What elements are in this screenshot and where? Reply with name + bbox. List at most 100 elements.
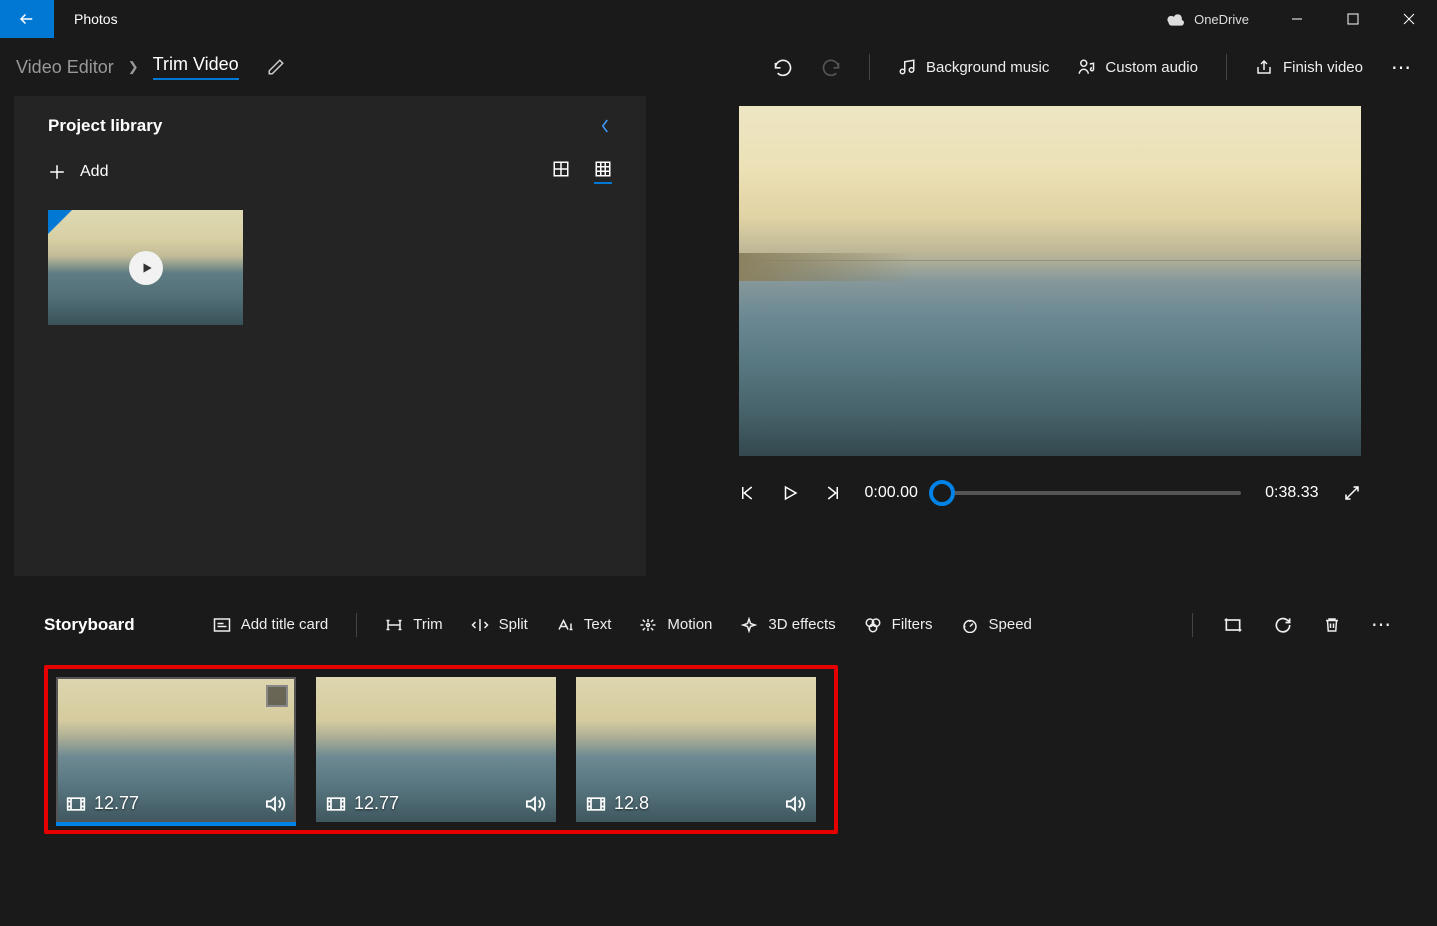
speed-button[interactable]: Speed <box>961 616 1032 633</box>
minimize-button[interactable] <box>1269 0 1325 38</box>
play-icon <box>140 261 154 275</box>
video-preview[interactable] <box>739 106 1361 456</box>
background-music-button[interactable]: Background music <box>898 58 1049 76</box>
split-button[interactable]: Split <box>471 616 528 633</box>
storyboard-more-button[interactable]: ⋯ <box>1371 612 1393 637</box>
back-button[interactable] <box>0 0 54 38</box>
storyboard-clips-highlighted: 12.77 12.77 12.8 <box>44 665 838 834</box>
storyboard-clip[interactable]: 12.8 <box>576 677 816 822</box>
close-button[interactable] <box>1381 0 1437 38</box>
split-icon <box>471 617 489 633</box>
project-library-panel: Project library Add <box>14 96 646 576</box>
seek-bar[interactable] <box>942 491 1241 495</box>
trash-icon <box>1323 616 1341 634</box>
maximize-button[interactable] <box>1325 0 1381 38</box>
trim-icon <box>385 617 403 633</box>
library-thumbnail[interactable] <box>48 210 243 325</box>
toolbar-actions: Background music Custom audio Finish vid… <box>773 54 1421 80</box>
custom-audio-label: Custom audio <box>1105 59 1198 76</box>
project-library-title: Project library <box>48 116 162 136</box>
text-button[interactable]: Text <box>556 616 612 633</box>
editor-toolbar: Video Editor ❯ Trim Video Background mus… <box>0 38 1437 96</box>
redo-button[interactable] <box>821 57 841 77</box>
motion-button[interactable]: Motion <box>639 616 712 633</box>
storyboard-toolbar: Storyboard Add title card Trim Split Tex… <box>44 612 1393 637</box>
pencil-icon <box>267 58 285 76</box>
custom-audio-button[interactable]: Custom audio <box>1077 58 1198 76</box>
clip-checkbox[interactable] <box>266 685 288 707</box>
speed-label: Speed <box>989 616 1032 633</box>
plus-icon <box>48 163 66 181</box>
storyboard-clip[interactable]: 12.77 <box>56 677 296 822</box>
next-frame-button[interactable] <box>823 484 841 502</box>
large-grid-view-button[interactable] <box>552 160 570 184</box>
sparkle-icon <box>740 617 758 633</box>
step-back-icon <box>739 484 757 502</box>
crop-icon <box>1223 616 1243 634</box>
music-icon <box>898 58 916 76</box>
filters-button[interactable]: Filters <box>864 616 933 633</box>
trim-button[interactable]: Trim <box>385 616 442 633</box>
clip-volume-button[interactable] <box>524 795 546 813</box>
divider <box>1226 54 1227 80</box>
more-button[interactable]: ⋯ <box>1391 55 1413 80</box>
divider <box>1192 613 1193 637</box>
close-icon <box>1403 13 1415 25</box>
resize-button[interactable] <box>1223 616 1243 634</box>
divider <box>869 54 870 80</box>
3d-effects-button[interactable]: 3D effects <box>740 616 835 633</box>
film-icon <box>66 796 86 812</box>
app-title: Photos <box>74 11 118 27</box>
finish-video-button[interactable]: Finish video <box>1255 58 1363 76</box>
clip-progress <box>56 822 296 826</box>
onedrive-status[interactable]: OneDrive <box>1166 12 1249 27</box>
seek-thumb[interactable] <box>929 480 955 506</box>
3d-effects-label: 3D effects <box>768 616 835 633</box>
rotate-icon <box>1273 616 1293 634</box>
split-label: Split <box>499 616 528 633</box>
fullscreen-button[interactable] <box>1343 484 1361 502</box>
play-overlay-button[interactable] <box>129 251 163 285</box>
collapse-library-button[interactable] <box>598 117 612 135</box>
arrow-left-icon <box>18 10 36 28</box>
motion-icon <box>639 617 657 633</box>
clip-duration: 12.8 <box>614 793 649 814</box>
grid-3x3-icon <box>594 160 612 178</box>
add-media-button[interactable]: Add <box>48 163 108 181</box>
undo-button[interactable] <box>773 57 793 77</box>
clip-volume-button[interactable] <box>784 795 806 813</box>
add-title-card-button[interactable]: Add title card <box>213 616 329 633</box>
video-corner-fold-icon <box>48 210 72 234</box>
breadcrumb-current[interactable]: Trim Video <box>153 54 239 80</box>
trim-label: Trim <box>413 616 442 633</box>
play-button[interactable] <box>781 484 799 502</box>
preview-panel: 0:00.00 0:38.33 <box>646 96 1437 576</box>
grid-2x2-icon <box>552 160 570 178</box>
clip-duration: 12.77 <box>354 793 399 814</box>
edit-name-button[interactable] <box>267 58 285 76</box>
delete-button[interactable] <box>1323 616 1341 634</box>
redo-icon <box>821 57 841 77</box>
film-icon <box>326 796 346 812</box>
titlebar: Photos OneDrive <box>0 0 1437 38</box>
filters-icon <box>864 617 882 633</box>
person-audio-icon <box>1077 58 1095 76</box>
clip-volume-button[interactable] <box>264 795 286 813</box>
breadcrumb-root[interactable]: Video Editor <box>16 57 114 78</box>
step-forward-icon <box>823 484 841 502</box>
window-controls <box>1269 0 1437 38</box>
filters-label: Filters <box>892 616 933 633</box>
add-label: Add <box>80 163 108 181</box>
current-time: 0:00.00 <box>865 484 918 502</box>
onedrive-label: OneDrive <box>1194 12 1249 27</box>
chevron-left-icon <box>598 117 612 135</box>
film-icon <box>586 796 606 812</box>
total-time: 0:38.33 <box>1265 484 1318 502</box>
volume-icon <box>524 795 546 813</box>
undo-icon <box>773 57 793 77</box>
storyboard-clip[interactable]: 12.77 <box>316 677 556 822</box>
prev-frame-button[interactable] <box>739 484 757 502</box>
small-grid-view-button[interactable] <box>594 160 612 184</box>
rotate-button[interactable] <box>1273 616 1293 634</box>
chevron-right-icon: ❯ <box>128 59 139 75</box>
